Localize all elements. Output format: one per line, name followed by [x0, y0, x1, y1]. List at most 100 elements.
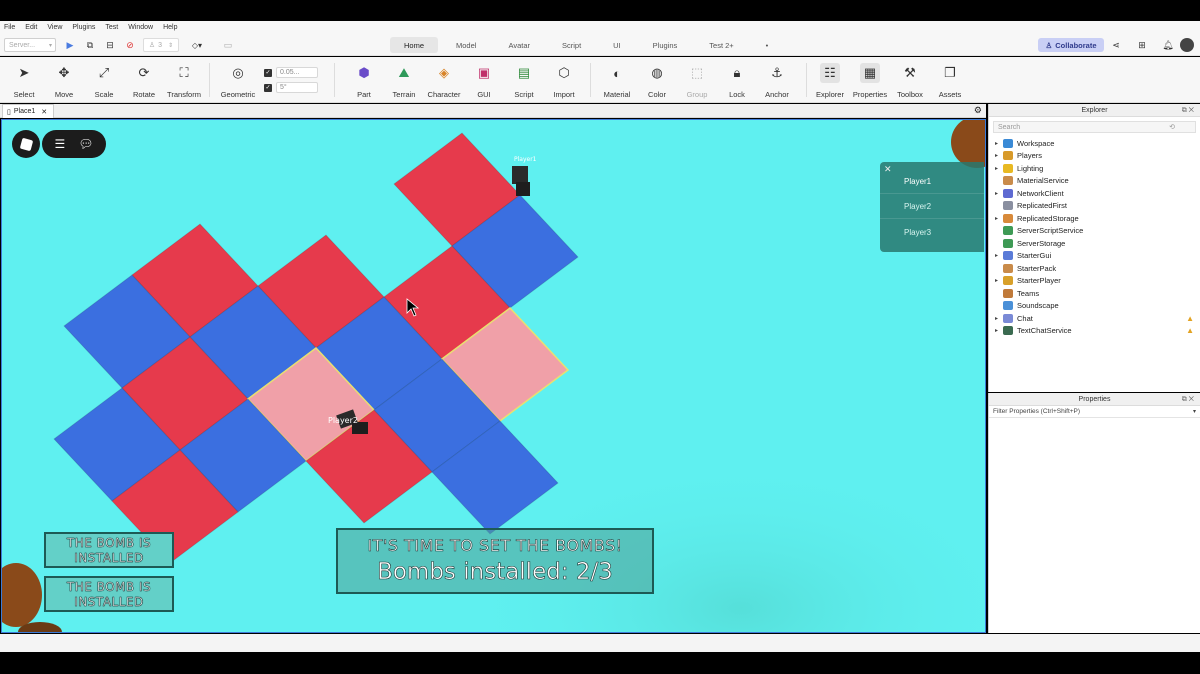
geometric-dropdown[interactable]: ◎ Geometric — [216, 61, 260, 101]
group-tool[interactable]: ⬚ Group — [677, 61, 717, 101]
hamburger-icon[interactable]: ☰ — [55, 137, 66, 151]
expand-arrow-icon[interactable]: ▸ — [995, 315, 1003, 322]
player-list-item[interactable]: Player3 — [880, 220, 984, 244]
collaborate-button[interactable]: ♙ Collaborate — [1038, 38, 1104, 52]
assets-toggle[interactable]: ❐ Assets — [930, 61, 970, 101]
part-tool[interactable]: ⬢ Part — [344, 61, 384, 101]
menu-plugins[interactable]: Plugins — [72, 24, 95, 31]
transform-tool[interactable]: ⛶ Transform — [164, 61, 204, 101]
move-tool[interactable]: ✥ Move — [44, 61, 84, 101]
tab-test[interactable]: Test 2+ — [695, 37, 747, 53]
run-icon[interactable]: ⊟ — [104, 38, 116, 52]
share-icon[interactable]: ⋖ — [1110, 38, 1122, 52]
explorer-item[interactable]: ▸ StarterGui — [989, 250, 1200, 263]
color-tool[interactable]: ◍ Color — [637, 61, 677, 101]
server-select[interactable]: Server... ▾ — [4, 38, 56, 52]
material-tool[interactable]: ◐ Material — [597, 61, 637, 101]
expand-arrow-icon[interactable]: ▸ — [995, 165, 1003, 172]
explorer-item[interactable]: ▸ Chat ▲ — [989, 312, 1200, 325]
history-icon[interactable]: ⟲ — [1169, 123, 1175, 131]
doc-tab-place1[interactable]: ▯ Place1 ✕ — [2, 104, 54, 118]
toolbox-toggle[interactable]: ⚒ Toolbox — [890, 61, 930, 101]
stop-icon[interactable]: ⊘ — [124, 38, 136, 52]
play-icon[interactable]: ▶ — [64, 38, 76, 52]
pane-controls[interactable]: ⧉ ✕ — [1182, 393, 1194, 406]
character-icon: ◈ — [439, 65, 449, 80]
properties-filter-input[interactable]: Filter Properties (Ctrl+Shift+P) ▾ — [989, 406, 1200, 418]
rotate-tool[interactable]: ⟳ Rotate — [124, 61, 164, 101]
gear-icon[interactable]: ⚙ — [974, 105, 982, 116]
explorer-search-input[interactable]: Search⟲••• — [993, 121, 1196, 133]
tab-avatar[interactable]: Avatar — [494, 37, 544, 53]
explorer-item[interactable]: ▸ StarterPlayer — [989, 275, 1200, 288]
text-chat-icon — [1003, 326, 1013, 336]
group-icon: ⬚ — [690, 65, 704, 80]
character-tool[interactable]: ◈ Character — [424, 61, 464, 101]
lock-tool[interactable]: 🔒︎ Lock — [717, 61, 757, 101]
close-icon[interactable]: ✕ — [41, 108, 47, 116]
rotate-snap-input[interactable]: 5° — [276, 82, 318, 93]
move-snap-input[interactable]: 0.05... — [276, 67, 318, 78]
script-tool[interactable]: ▤ Script — [504, 61, 544, 101]
game-viewport[interactable]: Player1 Player2 ☰ 💬︎ ✕ Player1 Player2 Pl… — [1, 119, 986, 633]
expand-arrow-icon[interactable]: ▸ — [995, 327, 1003, 334]
explorer-item[interactable]: ▸ TextChatService ▲ — [989, 325, 1200, 338]
explorer-item[interactable]: ▸ ReplicatedStorage — [989, 212, 1200, 225]
menu-window[interactable]: Window — [128, 24, 153, 31]
pane-controls[interactable]: ⧉ ✕ — [1182, 104, 1194, 117]
roblox-studio-window: File Edit View Plugins Test Window Help … — [0, 0, 1200, 674]
explorer-item[interactable]: ▸ Lighting — [989, 162, 1200, 175]
explorer-item[interactable]: MaterialService — [989, 175, 1200, 188]
tab-script[interactable]: Script — [548, 37, 595, 53]
menu-help[interactable]: Help — [163, 24, 177, 31]
expand-arrow-icon[interactable]: ▸ — [995, 190, 1003, 197]
anchor-tool[interactable]: ⚓︎ Anchor — [757, 61, 797, 101]
menu-test[interactable]: Test — [105, 24, 118, 31]
import-tool[interactable]: ⬡ Import — [544, 61, 584, 101]
player-list-item[interactable]: Player1 — [880, 170, 984, 194]
explorer-item[interactable]: ReplicatedFirst — [989, 200, 1200, 213]
expand-arrow-icon[interactable]: ▸ — [995, 277, 1003, 284]
explorer-item[interactable]: ServerStorage — [989, 237, 1200, 250]
play-here-icon[interactable]: ⧉ — [84, 38, 96, 52]
rotate-snap: ✓ 5° — [264, 82, 318, 93]
expand-arrow-icon[interactable]: ▸ — [995, 215, 1003, 222]
explorer-item[interactable]: StarterPack — [989, 262, 1200, 275]
move-snap-checkbox[interactable]: ✓ — [264, 68, 272, 77]
expand-arrow-icon[interactable]: ▸ — [995, 252, 1003, 259]
device-icon[interactable]: ▭ — [222, 38, 234, 52]
terrain-tool[interactable]: ⛰ Terrain — [384, 61, 424, 101]
grid-icon[interactable]: ⊞ — [1136, 38, 1148, 52]
chat-icon — [1003, 313, 1013, 323]
replicated-first-icon — [1003, 201, 1013, 211]
explorer-item[interactable]: ▸ NetworkClient — [989, 187, 1200, 200]
expand-arrow-icon[interactable]: ▸ — [995, 140, 1003, 147]
tab-home[interactable]: Home — [390, 37, 439, 53]
explorer-item[interactable]: Teams — [989, 287, 1200, 300]
tab-model[interactable]: Model — [442, 37, 490, 53]
avatar[interactable] — [1180, 38, 1194, 52]
players-count-field[interactable]: ♙ 3 ⇕ — [143, 38, 179, 52]
roblox-menu-button[interactable] — [12, 130, 40, 158]
explorer-toggle[interactable]: ☷ Explorer — [810, 61, 850, 101]
player-list-item[interactable]: Player2 — [880, 195, 984, 219]
bell-icon[interactable]: 🔔︎ — [1162, 38, 1174, 52]
gui-tool[interactable]: ▣ GUI — [464, 61, 504, 101]
menu-edit[interactable]: Edit — [25, 24, 37, 31]
explorer-item[interactable]: ServerScriptService — [989, 225, 1200, 238]
menu-file[interactable]: File — [4, 24, 15, 31]
tabs-more-icon[interactable]: • — [752, 37, 783, 53]
diamond-icon[interactable]: ◇▾ — [188, 38, 206, 52]
expand-arrow-icon[interactable]: ▸ — [995, 152, 1003, 159]
properties-toggle[interactable]: ▦ Properties — [850, 61, 890, 101]
scale-tool[interactable]: ⤢ Scale — [84, 61, 124, 101]
chat-bubble-icon[interactable]: 💬︎ — [78, 137, 93, 151]
explorer-item[interactable]: ▸ Workspace — [989, 137, 1200, 150]
tab-ui[interactable]: UI — [599, 37, 635, 53]
rotate-snap-checkbox[interactable]: ✓ — [264, 83, 272, 92]
menu-view[interactable]: View — [47, 24, 62, 31]
explorer-item[interactable]: ▸ Players — [989, 150, 1200, 163]
explorer-item[interactable]: Soundscape — [989, 300, 1200, 313]
tab-plugins[interactable]: Plugins — [639, 37, 692, 53]
select-tool[interactable]: ➤ Select — [4, 61, 44, 101]
